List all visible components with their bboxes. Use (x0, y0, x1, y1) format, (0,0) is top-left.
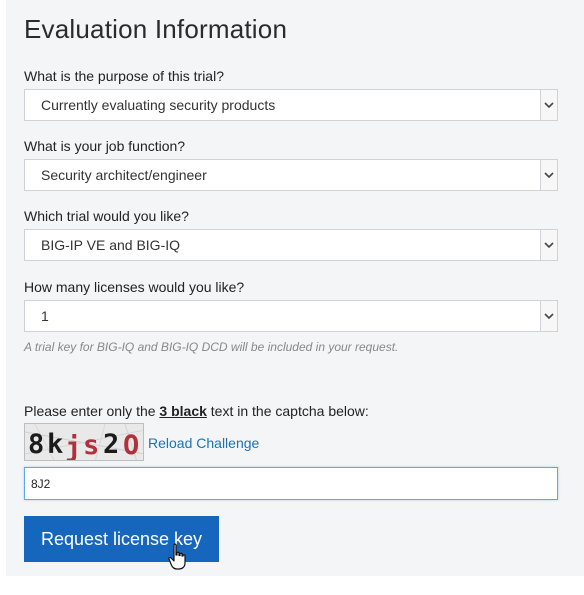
chevron-down-icon[interactable] (540, 160, 557, 190)
captcha-input[interactable] (24, 467, 558, 500)
evaluation-panel: Evaluation Information What is the purpo… (6, 0, 584, 576)
chevron-down-icon[interactable] (540, 90, 557, 120)
captcha-character: k (47, 429, 63, 460)
captcha-character: j (65, 432, 81, 461)
page-title: Evaluation Information (24, 14, 288, 44)
captcha-character: 8 (28, 429, 44, 460)
license-count-field: How many licenses would you like? 1 (24, 279, 558, 332)
purpose-field: What is the purpose of this trial? Curre… (24, 68, 558, 121)
captcha-character: 2 (103, 429, 119, 460)
trial-type-select-value: BIG-IP VE and BIG-IQ (41, 237, 181, 253)
captcha-instruction-emphasis: 3 black (159, 403, 207, 419)
job-function-field: What is your job function? Security arch… (24, 138, 558, 191)
captcha-instruction-suffix: text in the captcha below: (206, 403, 369, 419)
license-count-select-value: 1 (41, 308, 49, 324)
captcha-character: s (83, 430, 99, 461)
captcha-image: 8kjs2O (24, 423, 144, 461)
captcha-graphic: 8kjs2O (25, 424, 143, 461)
request-license-key-button[interactable]: Request license key (24, 516, 219, 562)
hand-pointer-icon (168, 543, 186, 570)
license-count-label: How many licenses would you like? (24, 279, 245, 295)
trial-type-label: Which trial would you like? (24, 208, 189, 224)
captcha-instruction: Please enter only the 3 black text in th… (24, 403, 369, 419)
trial-key-hint: A trial key for BIG-IQ and BIG-IQ DCD wi… (24, 340, 399, 354)
purpose-select-value: Currently evaluating security products (41, 97, 276, 113)
chevron-down-icon[interactable] (540, 301, 557, 331)
captcha-character: O (123, 430, 139, 461)
job-function-select-value: Security architect/engineer (41, 167, 207, 183)
job-function-select[interactable]: Security architect/engineer (24, 159, 558, 191)
trial-type-field: Which trial would you like? BIG-IP VE an… (24, 208, 558, 261)
reload-challenge-link[interactable]: Reload Challenge (148, 435, 259, 451)
trial-type-select[interactable]: BIG-IP VE and BIG-IQ (24, 229, 558, 261)
captcha-instruction-prefix: Please enter only the (24, 403, 160, 419)
purpose-label: What is the purpose of this trial? (24, 68, 224, 84)
chevron-down-icon[interactable] (540, 230, 557, 260)
purpose-select[interactable]: Currently evaluating security products (24, 89, 558, 121)
license-count-select[interactable]: 1 (24, 300, 558, 332)
job-function-label: What is your job function? (24, 138, 186, 154)
